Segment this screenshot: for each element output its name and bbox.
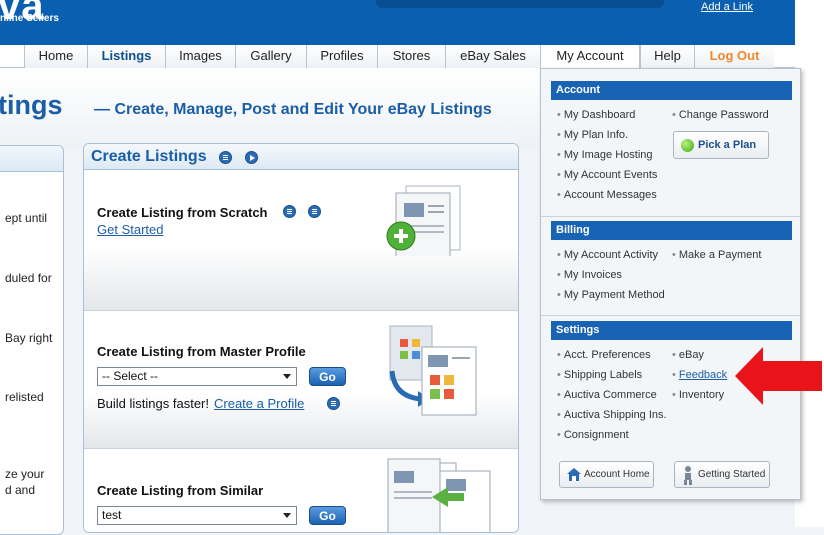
green-dot-icon bbox=[681, 139, 694, 152]
new-listing-illustration bbox=[386, 185, 461, 256]
similar-section: Create Listing from Similar test Go bbox=[84, 449, 518, 532]
getting-started-button[interactable]: Getting Started bbox=[674, 461, 770, 488]
divider bbox=[541, 315, 800, 316]
tab-profiles[interactable]: Profiles bbox=[306, 45, 377, 68]
go-button[interactable]: Go bbox=[309, 506, 346, 525]
getting-started-label: Getting Started bbox=[698, 469, 766, 480]
play-icon[interactable] bbox=[245, 151, 258, 164]
left-text: d and bbox=[5, 483, 36, 497]
create-listings-header: Create Listings bbox=[84, 144, 518, 170]
left-text: ept until bbox=[5, 211, 48, 225]
pick-a-plan-label: Pick a Plan bbox=[698, 139, 757, 151]
menu-item-my-payment-method[interactable]: • My Payment Method bbox=[557, 289, 665, 301]
left-info-panel: ept until duled for Bay right relisted z… bbox=[0, 145, 64, 535]
tab-listings[interactable]: Listings bbox=[87, 45, 165, 68]
tab-gallery[interactable]: Gallery bbox=[235, 45, 306, 68]
page-subtitle: — Create, Manage, Post and Edit Your eBa… bbox=[94, 101, 492, 118]
master-profile-select[interactable]: -- Select -- bbox=[97, 367, 297, 386]
left-text: duled for bbox=[5, 271, 52, 285]
master-profile-title: Create Listing from Master Profile bbox=[97, 344, 306, 359]
person-icon bbox=[684, 466, 692, 485]
create-profile-link[interactable]: Create a Profile bbox=[214, 396, 304, 411]
select-value: -- Select -- bbox=[102, 369, 159, 383]
chevron-down-icon bbox=[283, 513, 291, 518]
menu-item-my-dashboard[interactable]: • My Dashboard bbox=[557, 109, 635, 121]
menu-item-auctiva-commerce[interactable]: • Auctiva Commerce bbox=[557, 389, 657, 401]
left-text: ze your bbox=[5, 467, 45, 481]
menu-item-change-password[interactable]: • Change Password bbox=[672, 109, 769, 121]
settings-heading: Settings bbox=[551, 321, 792, 340]
menu-item-my-account-activity[interactable]: • My Account Activity bbox=[557, 249, 658, 261]
similar-title: Create Listing from Similar bbox=[97, 483, 264, 498]
left-text: relisted bbox=[5, 390, 44, 404]
tab-log-out[interactable]: Log Out bbox=[694, 45, 774, 68]
left-panel-header bbox=[0, 146, 63, 172]
divider bbox=[541, 216, 800, 217]
menu-item-shipping-labels[interactable]: • Shipping Labels bbox=[557, 369, 642, 381]
menu-item-my-plan-info[interactable]: • My Plan Info. bbox=[557, 129, 628, 141]
select-value: test bbox=[102, 508, 122, 522]
main-nav: Home Listings Images Gallery Profiles St… bbox=[0, 45, 795, 69]
pick-a-plan-button[interactable]: Pick a Plan bbox=[673, 131, 769, 159]
add-link[interactable]: Add a Link bbox=[701, 1, 753, 13]
tab-home[interactable]: Home bbox=[24, 45, 87, 68]
tab-stores[interactable]: Stores bbox=[377, 45, 445, 68]
build-listings-text: Build listings faster! bbox=[97, 396, 209, 411]
tab-my-account[interactable]: My Account bbox=[540, 45, 640, 69]
similar-select[interactable]: test bbox=[97, 506, 297, 525]
chevron-down-icon bbox=[283, 374, 291, 379]
get-started-link[interactable]: Get Started bbox=[97, 222, 163, 237]
menu-item-acct-preferences[interactable]: • Acct. Preferences bbox=[557, 349, 651, 361]
menu-icon[interactable] bbox=[283, 205, 296, 218]
menu-item-feedback[interactable]: • Feedback bbox=[672, 369, 727, 381]
home-icon bbox=[567, 468, 581, 481]
create-listings-panel: Create Listings Create Listing from Scra… bbox=[83, 143, 519, 533]
similar-listing-illustration bbox=[387, 458, 491, 532]
page-title: tings bbox=[0, 90, 63, 120]
header-search-bar[interactable] bbox=[376, 0, 664, 8]
create-listings-title: Create Listings bbox=[91, 148, 207, 165]
menu-item-consignment[interactable]: • Consignment bbox=[557, 429, 629, 441]
scratch-title: Create Listing from Scratch bbox=[97, 205, 268, 220]
billing-heading: Billing bbox=[551, 221, 792, 240]
menu-item-account-messages[interactable]: • Account Messages bbox=[557, 189, 657, 201]
left-text: Bay right bbox=[5, 331, 53, 345]
menu-icon[interactable] bbox=[219, 151, 232, 164]
menu-item-my-image-hosting[interactable]: • My Image Hosting bbox=[557, 149, 653, 161]
menu-icon[interactable] bbox=[327, 397, 340, 410]
menu-item-my-invoices[interactable]: • My Invoices bbox=[557, 269, 622, 281]
menu-icon[interactable] bbox=[308, 205, 321, 218]
account-home-button[interactable]: Account Home bbox=[559, 461, 654, 488]
app-header: va nline Sellers Add a Link bbox=[0, 0, 795, 45]
account-heading: Account bbox=[551, 81, 792, 100]
menu-item-auctiva-shipping-ins[interactable]: • Auctiva Shipping Ins. bbox=[557, 409, 667, 421]
logo-tagline: nline Sellers bbox=[0, 13, 59, 24]
menu-item-ebay[interactable]: • eBay bbox=[672, 349, 704, 361]
master-profile-illustration bbox=[389, 325, 477, 416]
menu-item-my-account-events[interactable]: • My Account Events bbox=[557, 169, 657, 181]
scratch-section: Create Listing from Scratch Get Started bbox=[84, 171, 518, 311]
red-callout-arrow bbox=[735, 347, 822, 405]
menu-item-inventory[interactable]: • Inventory bbox=[672, 389, 724, 401]
menu-item-make-a-payment[interactable]: • Make a Payment bbox=[672, 249, 761, 261]
master-profile-section: Create Listing from Master Profile -- Se… bbox=[84, 311, 518, 449]
tab-images[interactable]: Images bbox=[165, 45, 235, 68]
go-button[interactable]: Go bbox=[309, 367, 346, 386]
tab-help[interactable]: Help bbox=[640, 45, 694, 68]
account-home-label: Account Home bbox=[584, 469, 650, 480]
my-account-dropdown: Account • My Dashboard • My Plan Info. • My… bbox=[540, 68, 801, 500]
tab-ebay-sales[interactable]: eBay Sales bbox=[445, 45, 540, 68]
